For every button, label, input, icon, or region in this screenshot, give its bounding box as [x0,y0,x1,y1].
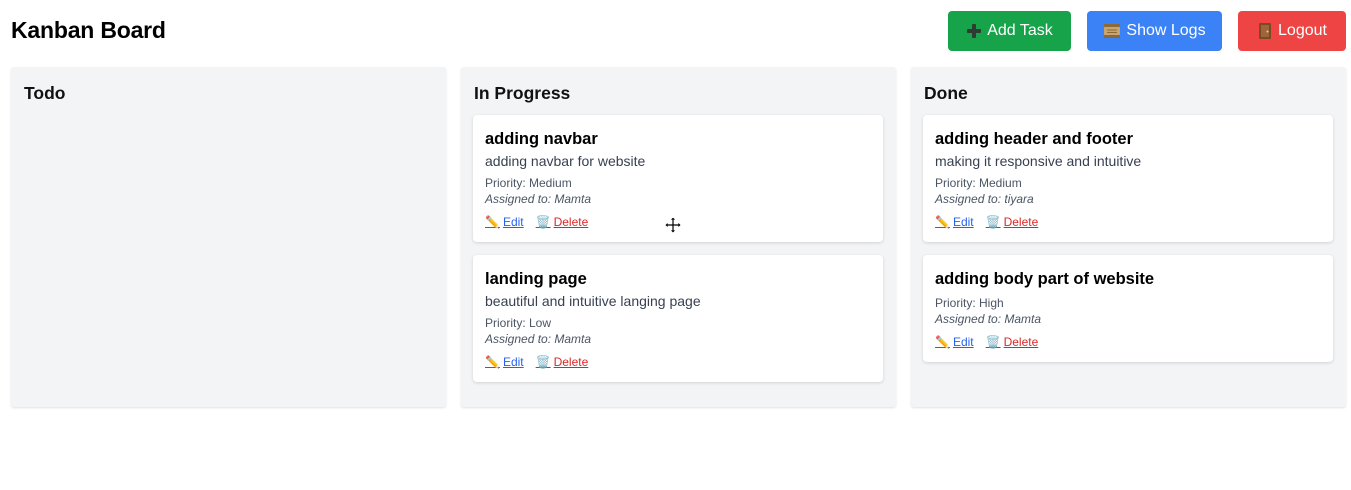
edit-link[interactable]: ✏️ Edit [935,215,974,229]
edit-label: Edit [502,355,524,369]
move-cursor-icon [664,216,682,234]
edit-label: Edit [952,335,974,349]
door-icon [1257,22,1273,40]
column-title: In Progress [474,83,571,103]
delete-link[interactable]: 🗑️ Delete [536,355,589,369]
edit-label: Edit [502,215,524,229]
task-actions: ✏️ Edit 🗑️ Delete [935,215,1038,229]
task-description: making it responsive and intuitive [935,153,1142,169]
task-description: adding navbar for website [485,153,646,169]
logout-label: Logout [1278,22,1327,39]
task-title: adding body part of website [935,270,1155,288]
trash-icon: 🗑️ [535,355,551,369]
task-actions: ✏️ Edit 🗑️ Delete [485,355,588,369]
column-in-progress[interactable]: In Progress adding navbar adding navbar … [461,67,896,407]
task-title: landing page [485,270,587,288]
task-assigned: Assigned to: tiyara [935,192,1034,206]
task-actions: ✏️ Edit 🗑️ Delete [935,335,1038,349]
trash-icon: 🗑️ [985,215,1001,229]
page-title: Kanban Board [11,17,166,43]
add-task-button[interactable]: Add Task [948,11,1071,51]
scroll-icon [1103,22,1121,40]
delete-label: Delete [553,355,589,369]
pencil-icon: ✏️ [485,355,500,369]
task-assigned: Assigned to: Mamta [935,312,1042,326]
delete-link[interactable]: 🗑️ Delete [986,335,1039,349]
task-priority: Priority: Medium [935,176,1022,190]
task-card[interactable]: adding header and footer making it respo… [923,115,1333,242]
column-done[interactable]: Done adding header and footer making it … [911,67,1346,407]
delete-label: Delete [1003,335,1039,349]
task-title: adding header and footer [935,130,1134,148]
task-assigned: Assigned to: Mamta [485,332,592,346]
task-actions: ✏️ Edit 🗑️ Delete [485,215,588,229]
show-logs-label: Show Logs [1126,22,1206,39]
delete-label: Delete [1003,215,1039,229]
delete-link[interactable]: 🗑️ Delete [986,215,1039,229]
trash-icon: 🗑️ [985,335,1001,349]
task-priority: Priority: Low [485,316,552,330]
trash-icon: 🗑️ [535,215,551,229]
task-priority: Priority: High [935,296,1004,310]
column-title: Done [924,83,968,103]
delete-link[interactable]: 🗑️ Delete [536,215,589,229]
edit-link[interactable]: ✏️ Edit [485,355,524,369]
edit-link[interactable]: ✏️ Edit [485,215,524,229]
task-description: beautiful and intuitive langing page [485,293,701,309]
task-priority: Priority: Medium [485,176,572,190]
column-todo[interactable]: Todo [11,67,446,407]
logout-button[interactable]: Logout [1238,11,1346,51]
plus-icon [966,23,982,39]
task-card[interactable]: landing page beautiful and intuitive lan… [473,255,883,382]
edit-link[interactable]: ✏️ Edit [935,335,974,349]
pencil-icon: ✏️ [935,215,950,229]
column-title: Todo [24,83,66,103]
pencil-icon: ✏️ [935,335,950,349]
task-card[interactable]: adding body part of website Priority: Hi… [923,255,1333,362]
add-task-label: Add Task [987,22,1053,39]
task-title: adding navbar [485,130,598,148]
show-logs-button[interactable]: Show Logs [1087,11,1222,51]
task-assigned: Assigned to: Mamta [485,192,592,206]
pencil-icon: ✏️ [485,215,500,229]
header: Kanban Board Add Task Show Logs Logout [0,0,1351,62]
edit-label: Edit [952,215,974,229]
delete-label: Delete [553,215,589,229]
